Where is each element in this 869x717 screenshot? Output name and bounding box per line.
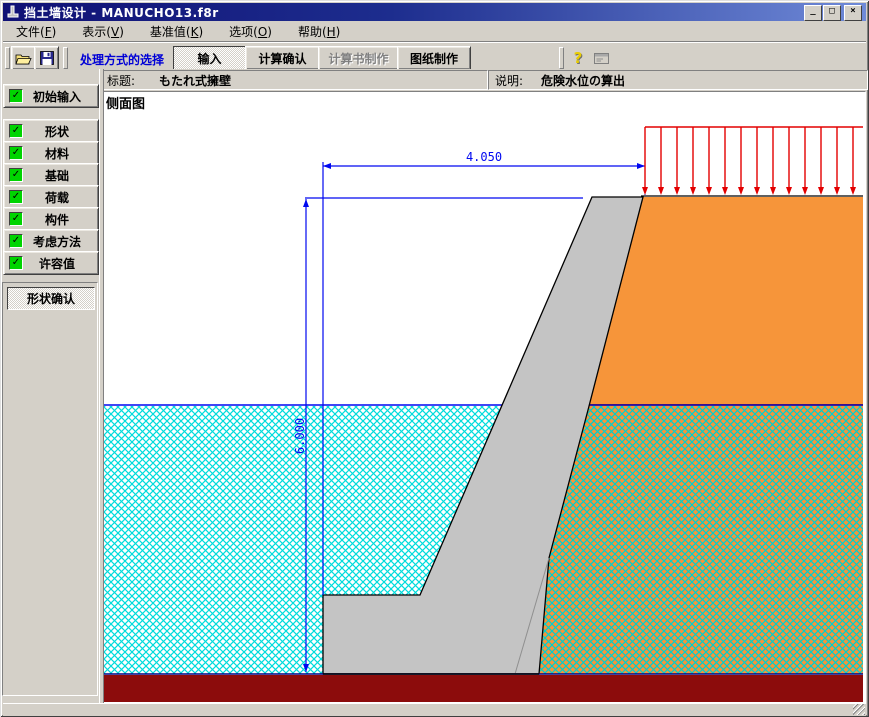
dimension-width: 4.050 bbox=[323, 150, 646, 195]
sidebar-item-consideration-method[interactable]: ✓ 考虑方法 bbox=[3, 229, 99, 253]
checkbox-icon: ✓ bbox=[9, 168, 23, 182]
info-strip: 标题: もたれ式擁壁 说明: 危険水位の算出 bbox=[3, 69, 868, 91]
base-layer bbox=[104, 675, 863, 702]
menu-help[interactable]: 帮助(H) bbox=[285, 21, 353, 43]
surcharge-load-arrows bbox=[642, 126, 863, 195]
save-button[interactable] bbox=[34, 46, 59, 70]
menu-options[interactable]: 选项(O) bbox=[216, 21, 285, 43]
description-label: 说明: bbox=[495, 73, 524, 88]
status-bar bbox=[3, 703, 866, 716]
width-dim-label: 4.050 bbox=[466, 150, 502, 164]
height-dim-label: 6.000 bbox=[293, 418, 307, 454]
side-view-drawing: 6.000 4.050 bbox=[104, 126, 863, 702]
shape-confirm-button[interactable]: 形状确认 bbox=[7, 287, 95, 310]
title-value: もたれ式擁壁 bbox=[159, 73, 232, 88]
description-value: 危険水位の算出 bbox=[541, 73, 626, 88]
sidebar-item-shape[interactable]: ✓ 形状 bbox=[3, 119, 99, 143]
menu-reference-values[interactable]: 基准值(K) bbox=[137, 21, 216, 43]
project-title-panel: 标题: もたれ式擁壁 bbox=[100, 70, 488, 90]
title-bar: 挡土墙设计 - MANUCHO13.f8r _ □ × bbox=[3, 3, 866, 21]
open-folder-icon bbox=[15, 54, 32, 64]
checkbox-icon: ✓ bbox=[9, 190, 23, 204]
sidebar-item-allowable-values[interactable]: ✓ 许容值 bbox=[3, 251, 99, 275]
sidebar-item-member[interactable]: ✓ 构件 bbox=[3, 207, 99, 231]
checkbox-icon: ✓ bbox=[9, 234, 23, 248]
sidebar-panel bbox=[2, 282, 98, 696]
report-window-button[interactable] bbox=[588, 46, 614, 70]
floppy-disk-icon bbox=[39, 51, 54, 65]
open-file-button[interactable] bbox=[11, 46, 36, 70]
toolbar-grip[interactable] bbox=[559, 47, 564, 69]
close-button[interactable]: × bbox=[844, 5, 862, 21]
maximize-button[interactable]: □ bbox=[823, 5, 841, 21]
sidebar-item-load[interactable]: ✓ 荷载 bbox=[3, 185, 99, 209]
calc-confirm-button[interactable]: 计算确认 bbox=[245, 46, 320, 70]
checkbox-icon: ✓ bbox=[9, 212, 23, 226]
calc-report-button[interactable]: 计算书制作 bbox=[318, 46, 399, 70]
title-label: 标题: bbox=[107, 73, 136, 88]
checkbox-icon: ✓ bbox=[9, 146, 23, 160]
resize-grip-icon[interactable] bbox=[853, 704, 865, 715]
drawing-make-button[interactable]: 图纸制作 bbox=[397, 46, 471, 70]
menu-file[interactable]: 文件(F) bbox=[3, 21, 69, 43]
checkbox-icon: ✓ bbox=[9, 89, 23, 103]
sidebar-item-material[interactable]: ✓ 材料 bbox=[3, 141, 99, 165]
toolbar-grip[interactable] bbox=[63, 47, 68, 69]
app-icon bbox=[7, 5, 19, 18]
checkbox-icon: ✓ bbox=[9, 124, 23, 138]
help-button[interactable]: ? bbox=[566, 46, 590, 70]
menu-view[interactable]: 表示(V) bbox=[69, 21, 137, 43]
mode-select-label: 处理方式的选择 bbox=[80, 53, 165, 67]
app-window: 挡土墙设计 - MANUCHO13.f8r _ □ × 文件(F) 表示(V) … bbox=[0, 0, 869, 717]
close-icon: × bbox=[850, 6, 856, 16]
minimize-button[interactable]: _ bbox=[804, 5, 822, 21]
maximize-icon: □ bbox=[829, 6, 835, 16]
sidebar-item-foundation[interactable]: ✓ 基础 bbox=[3, 163, 99, 187]
toolbar: 处理方式的选择 输入 计算确认 计算书制作 图纸制作 ? bbox=[3, 42, 866, 70]
report-window-icon bbox=[593, 52, 609, 64]
drawing-canvas: 6.000 4.050 侧面图 bbox=[103, 91, 866, 705]
backfill-saturated-region bbox=[539, 406, 863, 674]
minimize-icon: _ bbox=[810, 6, 816, 16]
checkbox-icon: ✓ bbox=[9, 256, 23, 270]
menu-bar: 文件(F) 表示(V) 基准值(K) 选项(O) 帮助(H) bbox=[3, 22, 866, 42]
help-icon: ? bbox=[573, 49, 583, 67]
input-tab-button[interactable]: 输入 bbox=[173, 46, 246, 70]
view-title: 侧面图 bbox=[106, 97, 146, 112]
window-title: 挡土墙设计 - MANUCHO13.f8r bbox=[24, 5, 219, 20]
description-panel: 说明: 危険水位の算出 bbox=[488, 70, 868, 90]
sidebar-item-initial-input[interactable]: ✓ 初始输入 bbox=[3, 84, 99, 108]
toolbar-grip[interactable] bbox=[5, 47, 10, 69]
